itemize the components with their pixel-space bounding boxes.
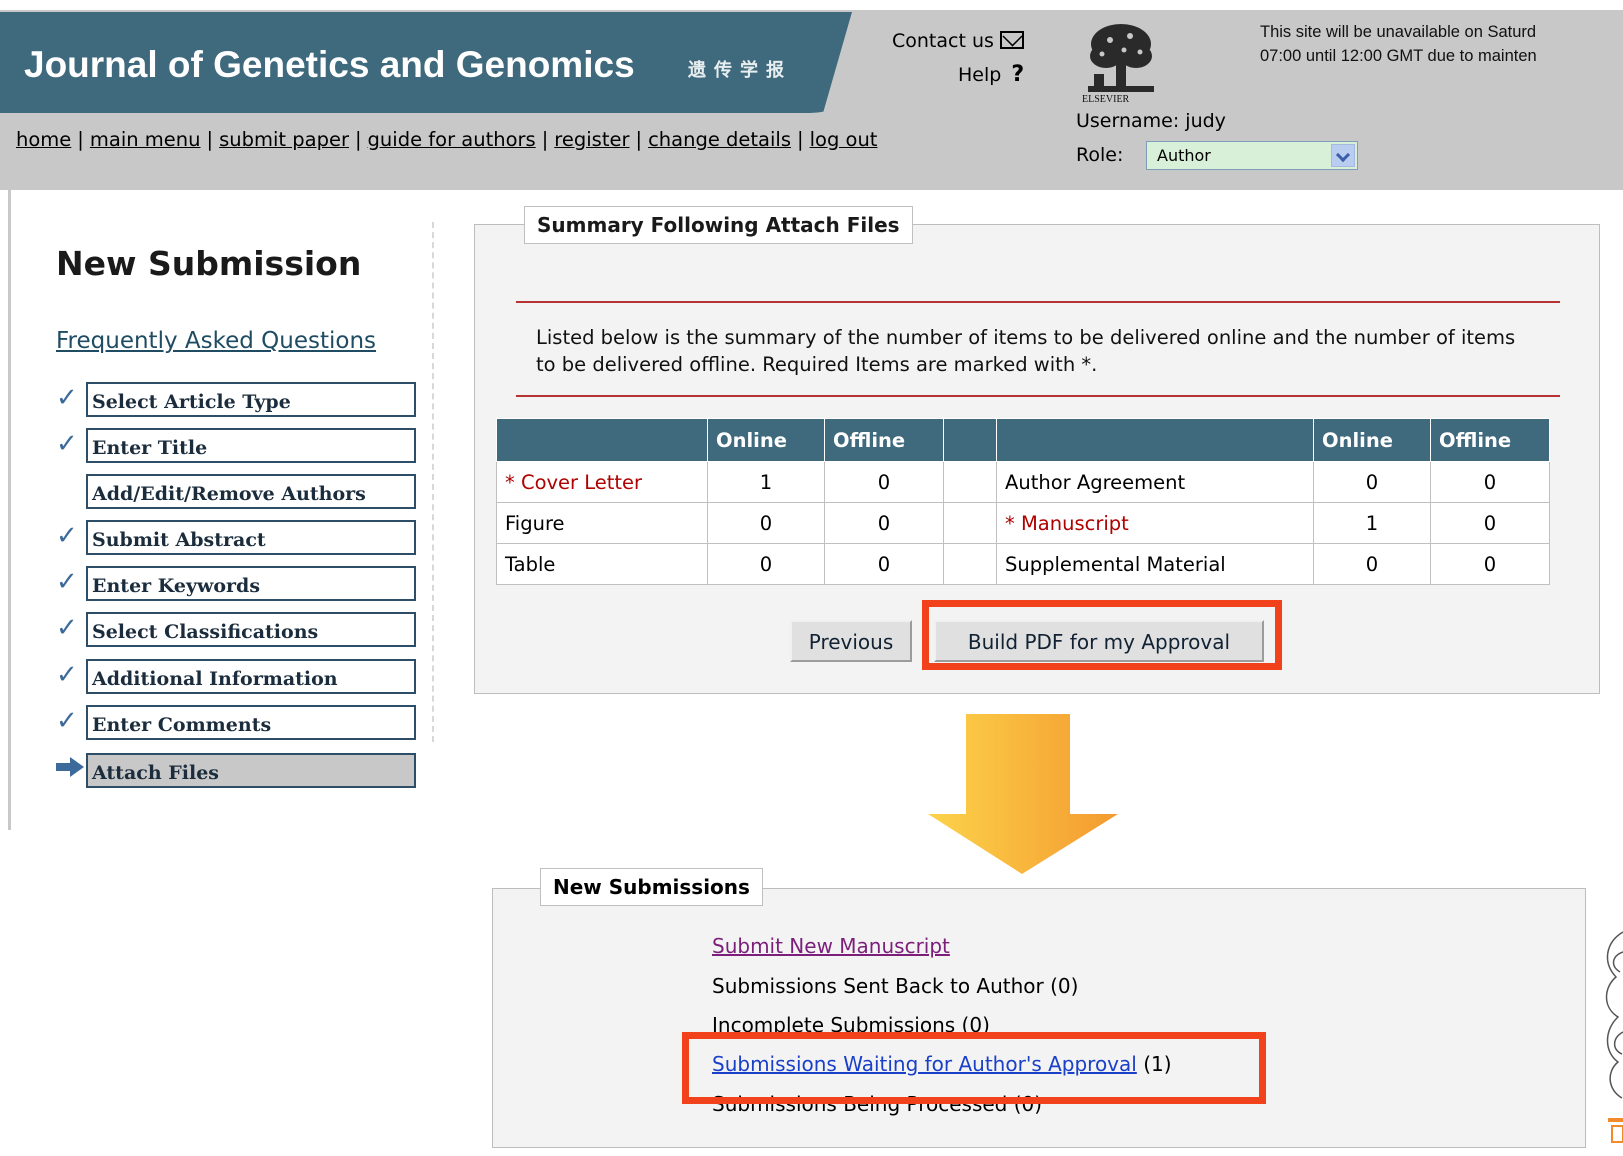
left-border xyxy=(8,190,11,830)
file-summary-table: Online Offline Online Offline * Cover Le… xyxy=(496,418,1550,585)
offline-count: 0 xyxy=(1430,461,1550,503)
table-header xyxy=(943,418,997,462)
maintenance-line-2: 07:00 until 12:00 GMT due to mainten xyxy=(1260,47,1537,65)
sidebar-divider xyxy=(432,222,434,742)
contact-us-label: Contact us xyxy=(892,30,994,52)
table-header-online: Online xyxy=(707,418,825,462)
offline-count: 0 xyxy=(1430,502,1550,544)
nav-log-out[interactable]: log out xyxy=(810,128,878,151)
previous-button[interactable]: Previous xyxy=(790,620,912,662)
maintenance-notice: This site will be unavailable on Saturd … xyxy=(1260,20,1537,68)
sent-back-item[interactable]: Submissions Sent Back to Author (0) xyxy=(712,974,1078,998)
role-selected-value: Author xyxy=(1157,146,1211,165)
step-additional-information[interactable]: Additional Information xyxy=(86,659,416,694)
help-label: Help xyxy=(958,64,1002,86)
nav-change-details[interactable]: change details xyxy=(648,128,791,151)
check-icon: ✓ xyxy=(56,613,78,643)
faq-link[interactable]: Frequently Asked Questions xyxy=(56,328,376,354)
nav-home[interactable]: home xyxy=(16,128,71,151)
table-row: Figure 0 0 * Manuscript 1 0 xyxy=(496,502,1550,544)
item-name: * Manuscript xyxy=(996,502,1314,544)
spacer-cell xyxy=(943,502,997,544)
table-header-row: Online Offline Online Offline xyxy=(496,418,1550,462)
table-header xyxy=(996,418,1314,462)
nav-separator: | xyxy=(541,128,549,151)
summary-description: Listed below is the summary of the numbe… xyxy=(536,326,1516,376)
nav-separator: | xyxy=(797,128,804,151)
nav-submit-paper[interactable]: submit paper xyxy=(219,128,349,151)
elsevier-wordmark: ELSEVIER xyxy=(1082,94,1130,105)
username-display: Username: judy xyxy=(1076,110,1226,132)
check-icon: ✓ xyxy=(56,660,78,690)
spacer-cell xyxy=(943,543,997,585)
contact-us-link[interactable]: Contact us xyxy=(892,30,1024,52)
step-select-classifications[interactable]: Select Classifications xyxy=(86,612,416,647)
check-icon: ✓ xyxy=(56,567,78,597)
new-submissions-legend: New Submissions xyxy=(540,868,763,906)
step-attach-files[interactable]: Attach Files xyxy=(86,753,416,788)
item-name: Figure xyxy=(496,502,708,544)
item-name: Table xyxy=(496,543,708,585)
item-name: * Cover Letter xyxy=(496,461,708,503)
online-count: 0 xyxy=(1313,461,1431,503)
check-icon: ✓ xyxy=(56,383,78,413)
maintenance-line-1: This site will be unavailable on Saturd xyxy=(1260,23,1537,41)
journal-chinese-title: 遗传学报 xyxy=(688,60,792,81)
offline-count: 0 xyxy=(1430,543,1550,585)
check-icon: ✓ xyxy=(56,521,78,551)
summary-panel-legend: Summary Following Attach Files xyxy=(524,206,913,244)
highlight-box xyxy=(922,600,1282,670)
main-nav: home | main menu | submit paper | guide for au… xyxy=(16,128,877,151)
offline-count: 0 xyxy=(824,461,944,503)
table-header xyxy=(496,418,708,462)
down-arrow-icon xyxy=(928,714,1118,874)
spacer-cell xyxy=(943,461,997,503)
role-select[interactable]: Author xyxy=(1146,141,1358,170)
elsevier-tree-logo-partial xyxy=(1605,931,1623,1143)
current-step-arrow-icon xyxy=(56,757,84,777)
table-row: Table 0 0 Supplemental Material 0 0 xyxy=(496,543,1550,585)
divider-line xyxy=(516,395,1560,397)
nav-separator: | xyxy=(635,128,643,151)
divider-line xyxy=(516,301,1560,303)
journal-title: Journal of Genetics and Genomics xyxy=(24,44,635,85)
check-icon: ✓ xyxy=(56,429,78,459)
mail-icon xyxy=(999,31,1024,49)
sidebar-title: New Submission xyxy=(56,244,362,283)
chevron-down-icon[interactable] xyxy=(1331,144,1355,167)
step-submit-abstract[interactable]: Submit Abstract xyxy=(86,520,416,555)
item-name: Author Agreement xyxy=(996,461,1314,503)
step-enter-keywords[interactable]: Enter Keywords xyxy=(86,566,416,601)
nav-guide-for-authors[interactable]: guide for authors xyxy=(368,128,536,151)
offline-count: 0 xyxy=(824,502,944,544)
nav-separator: | xyxy=(206,128,214,151)
highlight-box xyxy=(682,1032,1266,1104)
online-count: 0 xyxy=(707,543,825,585)
table-header-offline: Offline xyxy=(1430,418,1550,462)
check-icon: ✓ xyxy=(56,706,78,736)
step-select-article-type[interactable]: Select Article Type xyxy=(86,382,416,417)
role-label: Role: xyxy=(1076,144,1124,166)
table-header-online: Online xyxy=(1313,418,1431,462)
nav-register[interactable]: register xyxy=(554,128,629,151)
help-link[interactable]: Help? xyxy=(958,62,1024,87)
online-count: 0 xyxy=(707,502,825,544)
online-count: 1 xyxy=(707,461,825,503)
step-add-edit-remove-authors[interactable]: Add/Edit/Remove Authors xyxy=(86,474,416,509)
table-header-offline: Offline xyxy=(824,418,944,462)
item-name: Supplemental Material xyxy=(996,543,1314,585)
step-enter-comments[interactable]: Enter Comments xyxy=(86,705,416,740)
nav-main-menu[interactable]: main menu xyxy=(90,128,201,151)
online-count: 0 xyxy=(1313,543,1431,585)
table-row: * Cover Letter 1 0 Author Agreement 0 0 xyxy=(496,461,1550,503)
nav-separator: | xyxy=(77,128,84,151)
offline-count: 0 xyxy=(824,543,944,585)
online-count: 1 xyxy=(1313,502,1431,544)
step-enter-title[interactable]: Enter Title xyxy=(86,428,416,463)
question-icon: ? xyxy=(1011,62,1025,87)
submit-new-manuscript-link[interactable]: Submit New Manuscript xyxy=(712,934,950,958)
nav-separator: | xyxy=(354,128,362,151)
